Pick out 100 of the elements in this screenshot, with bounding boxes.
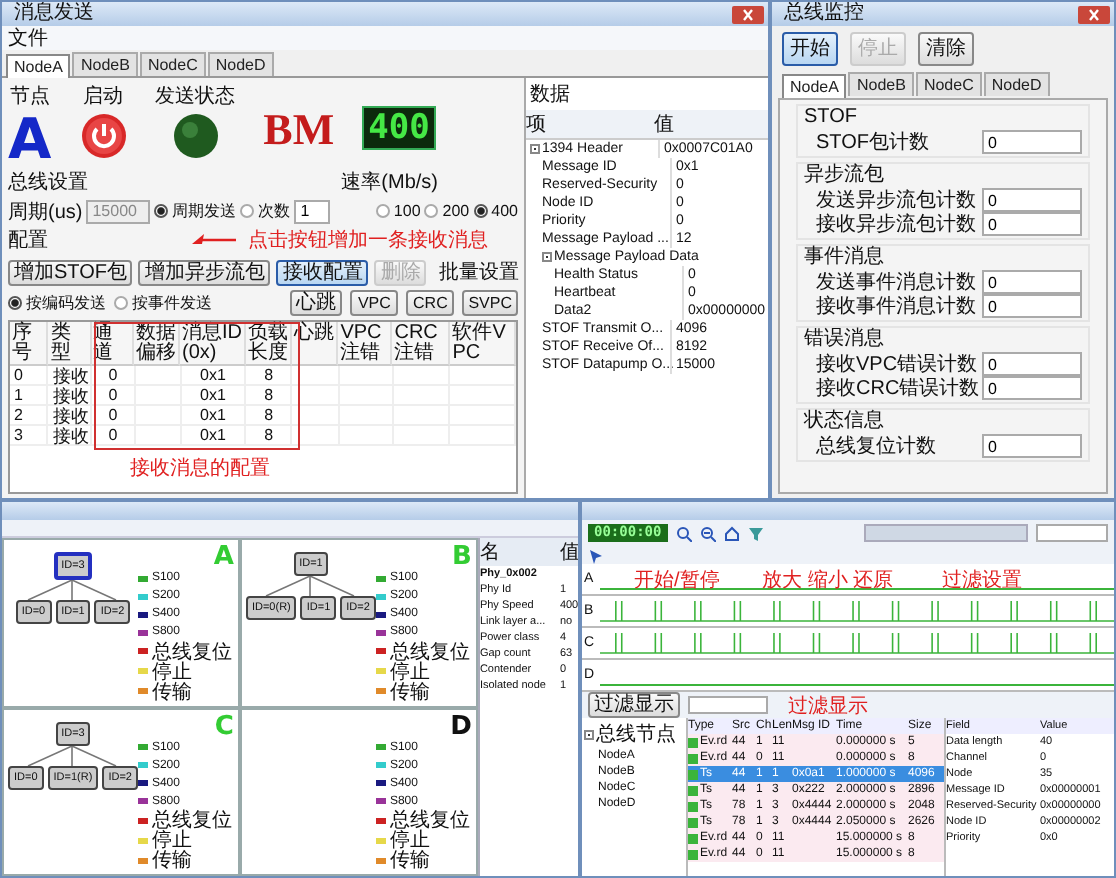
- tab[interactable]: NodeA: [6, 54, 71, 78]
- radio-label[interactable]: 100: [393, 202, 421, 220]
- counter-label: 接收事件消息计数: [816, 293, 976, 320]
- group-title: 状态信息: [804, 410, 886, 434]
- table-cell: [292, 426, 340, 446]
- filter-button[interactable]: 过滤显示: [588, 692, 680, 718]
- table-cell: 8: [246, 386, 293, 406]
- field-label: 周期(us): [8, 199, 83, 225]
- radio-button[interactable]: [8, 295, 22, 309]
- counter-field[interactable]: 0: [982, 376, 1082, 400]
- legend-label: 传输: [389, 681, 430, 705]
- table-cell: 0x1: [181, 426, 247, 446]
- group-title: STOF: [804, 106, 859, 130]
- power-button[interactable]: [79, 112, 128, 160]
- tab[interactable]: NodeC: [915, 72, 982, 96]
- search-field[interactable]: [1036, 524, 1108, 542]
- radio-label[interactable]: 400: [491, 202, 518, 220]
- table-cell: [135, 366, 182, 386]
- counter-field[interactable]: 0: [982, 212, 1082, 236]
- pane-letter: B: [452, 544, 472, 570]
- zoom-in-icon[interactable]: [675, 525, 692, 541]
- batch-button[interactable]: CRC: [406, 289, 455, 315]
- radio-button[interactable]: [424, 204, 439, 218]
- counter-field[interactable]: 0: [982, 130, 1082, 154]
- node-letter: A: [8, 112, 52, 168]
- config-button[interactable]: 增加STOF包: [8, 259, 133, 285]
- tab[interactable]: NodeD: [983, 72, 1050, 96]
- collapse-icon[interactable]: [530, 144, 540, 154]
- zoom-out-icon[interactable]: [699, 525, 716, 541]
- close-icon[interactable]: [732, 5, 764, 23]
- counter-field[interactable]: 0: [982, 352, 1082, 376]
- group-title: 配置: [8, 227, 48, 253]
- send-status-label: 发送状态: [155, 83, 236, 110]
- table-cell: [450, 426, 516, 446]
- counter-field[interactable]: 0: [982, 270, 1082, 294]
- counter-field[interactable]: 0: [982, 434, 1082, 458]
- counter-label: 接收CRC错误计数: [816, 375, 980, 402]
- table-cell: [450, 406, 516, 426]
- radio-button[interactable]: [240, 204, 255, 218]
- legend-label: 停止: [389, 661, 430, 683]
- column-header: 项: [526, 112, 548, 138]
- annotation-text: 放大 缩小 还原: [762, 567, 894, 594]
- filter-icon[interactable]: [747, 525, 764, 541]
- tree-item[interactable]: 总线节点: [596, 720, 676, 748]
- tab[interactable]: NodeB: [72, 52, 138, 76]
- batch-button[interactable]: SVPC: [462, 289, 518, 315]
- start-label: 启动: [83, 83, 124, 110]
- menu-item[interactable]: 文件: [8, 24, 48, 52]
- counter-label: 发送异步流包计数: [816, 187, 976, 213]
- table-cell: 8: [246, 426, 293, 446]
- collapse-icon[interactable]: [584, 729, 594, 739]
- mode-text: BM: [263, 104, 335, 156]
- panel-title: 数据: [528, 82, 572, 110]
- toolbar-button[interactable]: 开始: [782, 32, 838, 66]
- annotation-text: 过滤显示: [788, 693, 868, 719]
- annotation-text: 接收消息的配置: [130, 455, 270, 482]
- close-icon[interactable]: [1078, 5, 1110, 23]
- count-field[interactable]: 1: [294, 199, 331, 223]
- config-button[interactable]: 接收配置: [276, 259, 369, 285]
- node-label: 节点: [9, 83, 50, 110]
- table-cell: [393, 366, 451, 386]
- counter-field[interactable]: 0: [982, 188, 1082, 212]
- home-icon[interactable]: [723, 525, 740, 541]
- tab[interactable]: NodeD: [207, 52, 274, 76]
- radio-label[interactable]: 按事件发送: [132, 291, 212, 313]
- counter-label: 总线复位计数: [816, 433, 936, 460]
- table-cell: 8: [246, 366, 293, 386]
- radio-button[interactable]: [114, 295, 128, 309]
- legend-label: 传输: [389, 849, 430, 874]
- toolbar-button[interactable]: 清除: [918, 32, 974, 66]
- table-cell: 0: [92, 366, 136, 386]
- config-button[interactable]: 增加异步流包: [138, 259, 271, 285]
- tab[interactable]: NodeB: [848, 72, 914, 96]
- table-cell: [135, 426, 182, 446]
- table-cell: 1: [10, 386, 49, 406]
- tab[interactable]: NodeA: [782, 74, 847, 98]
- radio-button[interactable]: [473, 204, 488, 218]
- table-cell: 3: [10, 426, 49, 446]
- column-header: 类型: [48, 322, 92, 366]
- leader-arrow: [192, 231, 236, 247]
- batch-button[interactable]: 心跳: [290, 289, 343, 315]
- table-cell: 接收: [48, 406, 93, 426]
- legend-label: 传输: [151, 849, 192, 874]
- radio-button[interactable]: [375, 204, 390, 218]
- radio-label[interactable]: 200: [442, 202, 470, 220]
- collapse-icon[interactable]: [542, 252, 552, 262]
- batch-button[interactable]: VPC: [350, 289, 399, 315]
- counter-field[interactable]: 0: [982, 294, 1082, 318]
- radio-button[interactable]: [154, 204, 169, 218]
- legend-label: 停止: [151, 829, 192, 852]
- radio-label[interactable]: 按编码发送: [26, 291, 106, 313]
- table-cell: [450, 366, 516, 386]
- group-title: 总线设置: [8, 169, 88, 196]
- annotation-text: 点击按钮增加一条接收消息: [248, 227, 488, 253]
- radio-label[interactable]: 次数: [258, 200, 291, 222]
- radio-label[interactable]: 周期发送: [172, 200, 237, 222]
- table-cell: 接收: [48, 366, 93, 386]
- tab[interactable]: NodeC: [139, 52, 206, 76]
- filter-field[interactable]: [688, 696, 768, 714]
- legend-label: 总线复位: [151, 639, 232, 663]
